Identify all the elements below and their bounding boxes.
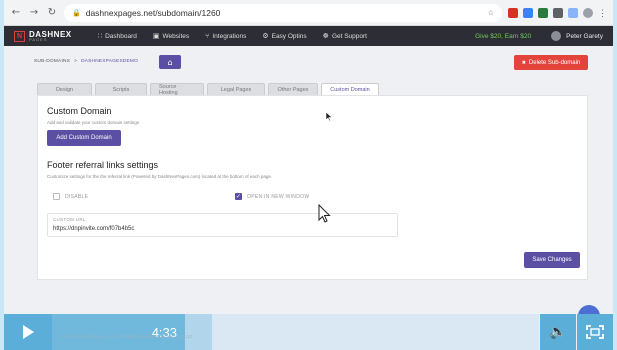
play-button[interactable] xyxy=(4,314,52,350)
breadcrumb-current: DASHNEXPAGESDEMO xyxy=(81,59,139,64)
delete-icon: ✖ xyxy=(521,59,526,66)
extension-icon[interactable] xyxy=(538,7,548,18)
nav-label: Websites xyxy=(162,32,190,40)
browser-toolbar: ← → ↻ 🔒 dashnexpages.net/subdomain/1260 … xyxy=(4,0,613,26)
open-new-window-checkbox[interactable]: ✓ OPEN IN NEW WINDOW xyxy=(235,193,309,200)
mouse-pointer-icon xyxy=(318,204,331,223)
save-changes-button[interactable]: Save Changes xyxy=(524,252,580,268)
add-custom-domain-button[interactable]: Add Custom Domain xyxy=(47,130,121,146)
share-icon: ⑂ xyxy=(205,32,210,40)
lock-icon: 🔒 xyxy=(72,8,81,17)
tab-scripts[interactable]: Scripts xyxy=(95,83,147,95)
fullscreen-button[interactable] xyxy=(577,314,613,350)
extension-icon[interactable] xyxy=(508,7,518,18)
profile-icon[interactable] xyxy=(583,7,593,18)
tab-design[interactable]: Design xyxy=(37,83,92,95)
extension-icon[interactable] xyxy=(553,7,563,18)
browser-window: ← → ↻ 🔒 dashnexpages.net/subdomain/1260 … xyxy=(4,0,613,350)
footer-links-subtitle: Customize settings for the the referral … xyxy=(47,174,273,179)
nav-dashboard[interactable]: ∷ Dashboard xyxy=(98,32,137,40)
reload-icon[interactable]: ↻ xyxy=(46,7,58,19)
volume-icon: 🔈 xyxy=(549,324,567,340)
progress-played[interactable]: 4:33 xyxy=(52,314,185,350)
app-navbar: N DASHNEX PAGES ∷ Dashboard ▣ Websites ⑂… xyxy=(4,26,613,46)
back-icon[interactable]: ← xyxy=(10,7,22,19)
delete-subdomain-button[interactable]: ✖ Delete Sub-domain xyxy=(514,55,588,70)
fullscreen-icon xyxy=(586,325,604,339)
nav-websites[interactable]: ▣ Websites xyxy=(153,32,189,40)
nav-label: Get Support xyxy=(331,32,367,40)
tab-legal-pages[interactable]: Legal Pages xyxy=(207,83,265,95)
settings-tabs: Design Scripts Source Hosting Legal Page… xyxy=(37,83,379,96)
forward-icon[interactable]: → xyxy=(28,7,40,19)
breadcrumb-separator: > xyxy=(74,59,78,64)
user-name: Peter Garety xyxy=(566,32,603,40)
optins-icon: ⚙ xyxy=(262,32,269,40)
mouse-pointer-icon xyxy=(325,111,333,122)
tab-source-hosting[interactable]: Source Hosting xyxy=(150,83,204,96)
home-icon: ⌂ xyxy=(167,57,173,67)
user-menu[interactable]: Peter Garety xyxy=(551,31,603,41)
tab-other-pages[interactable]: Other Pages xyxy=(268,83,318,95)
main-content: SUB-DOMAINS > DASHNEXPAGESDEMO ⌂ ✖ Delet… xyxy=(4,46,613,350)
nav-label: Easy Optins xyxy=(271,32,307,40)
custom-url-input[interactable]: https://dnpinvite.com/f07b4b5c xyxy=(53,226,134,232)
footer-links-title: Footer referral links settings xyxy=(47,160,159,170)
extension-icon[interactable] xyxy=(523,7,533,18)
nav-integrations[interactable]: ⑂ Integrations xyxy=(205,32,246,40)
avatar xyxy=(551,31,562,41)
extensions-bar: ⋮ xyxy=(508,7,607,18)
dashboard-icon: ∷ xyxy=(97,32,103,40)
logo-subtext: PAGES xyxy=(29,36,48,42)
custom-domain-title: Custom Domain xyxy=(47,106,112,116)
delete-label: Delete Sub-domain xyxy=(528,59,581,66)
progress-buffered xyxy=(185,314,212,350)
menu-dots-icon[interactable]: ⋮ xyxy=(598,8,607,18)
page-footer-text: 2015 - 2019. Dashnex, LLC. All Rights Re… xyxy=(60,334,192,339)
custom-url-field[interactable]: CUSTOM URL: https://dnpinvite.com/f07b4b… xyxy=(47,213,398,237)
extension-icon[interactable] xyxy=(568,7,578,18)
nav-get-support[interactable]: ☸ Get Support xyxy=(323,32,367,40)
referral-promo-link[interactable]: Give $20, Earn $20 xyxy=(475,33,531,40)
home-button[interactable]: ⌂ xyxy=(159,55,181,69)
custom-domain-subtitle: Add and validate your custom domain sett… xyxy=(47,120,140,125)
progress-track[interactable] xyxy=(185,314,539,350)
video-controls: 4:33 🔈 xyxy=(4,314,613,350)
breadcrumb-root[interactable]: SUB-DOMAINS xyxy=(34,59,70,64)
address-bar[interactable]: 🔒 dashnexpages.net/subdomain/1260 ☆ xyxy=(64,3,502,22)
tab-custom-domain[interactable]: Custom Domain xyxy=(321,83,379,95)
disable-checkbox[interactable]: DISABLE xyxy=(53,193,88,200)
star-icon[interactable]: ☆ xyxy=(488,9,494,17)
nav-easy-optins[interactable]: ⚙ Easy Optins xyxy=(262,32,306,40)
logo[interactable]: N DASHNEX PAGES xyxy=(14,30,72,42)
open-new-window-label: OPEN IN NEW WINDOW xyxy=(247,193,310,200)
logo-mark: N xyxy=(14,30,25,42)
url-text: dashnexpages.net/subdomain/1260 xyxy=(85,7,221,18)
custom-url-label: CUSTOM URL: xyxy=(53,217,88,222)
volume-button[interactable]: 🔈 xyxy=(540,314,576,350)
nav-label: Integrations xyxy=(212,32,247,40)
custom-domain-panel: Custom Domain Add and validate your cust… xyxy=(37,95,588,280)
checkmark-icon[interactable]: ✓ xyxy=(235,193,242,200)
websites-icon: ▣ xyxy=(152,32,160,40)
play-icon xyxy=(22,325,34,339)
checkbox-box[interactable] xyxy=(53,193,60,200)
breadcrumb: SUB-DOMAINS > DASHNEXPAGESDEMO xyxy=(34,59,138,64)
support-icon: ☸ xyxy=(322,32,329,40)
disable-label: DISABLE xyxy=(65,193,89,200)
nav-label: Dashboard xyxy=(105,32,137,40)
